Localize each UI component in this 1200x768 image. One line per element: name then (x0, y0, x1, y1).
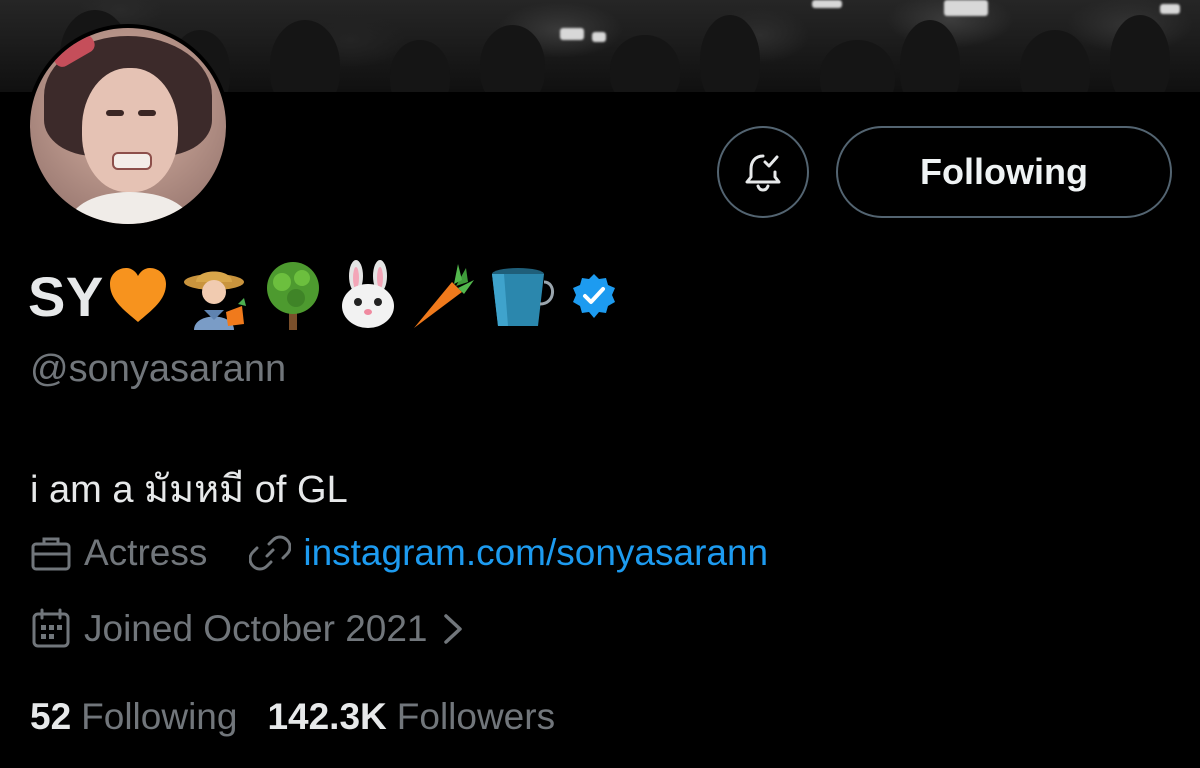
calendar-icon (32, 608, 70, 648)
following-count: 52 (30, 696, 72, 737)
link-icon (249, 535, 292, 571)
bell-check-icon (745, 154, 781, 192)
following-button-label: Following (920, 151, 1088, 192)
verified-badge-icon[interactable] (570, 272, 618, 320)
avatar-photo (30, 28, 226, 224)
farmer-icon (183, 271, 246, 330)
profile-avatar[interactable] (26, 24, 230, 228)
orange-heart-icon (109, 268, 166, 322)
profile-name-row: SY (28, 258, 618, 334)
profile-occupation: Actress (84, 532, 208, 573)
profile-joined-date: Joined October 2021 (84, 608, 428, 649)
following-button[interactable]: Following (836, 126, 1172, 218)
rabbit-face-icon (341, 260, 394, 328)
following-stat-label: Following (81, 696, 238, 737)
profile-handle: @sonyasarann (30, 348, 287, 390)
chevron-right-icon (443, 614, 462, 644)
profile-website-link[interactable]: instagram.com/sonyasarann (303, 532, 768, 574)
profile-stats: 52 Following 142.3K Followers (30, 696, 555, 738)
following-stat[interactable]: 52 Following (30, 696, 237, 738)
profile-bio: i am a มัมหมี of GL (30, 469, 348, 511)
followers-count: 142.3K (267, 696, 387, 737)
bucket-icon (491, 268, 554, 326)
display-name: SY (28, 264, 104, 328)
tree-icon (266, 262, 319, 330)
followers-stat[interactable]: 142.3K Followers (267, 696, 555, 738)
notifications-button[interactable] (717, 126, 809, 218)
followers-stat-label: Followers (396, 696, 556, 737)
profile-joined-row[interactable]: Joined October 2021 (30, 608, 468, 650)
profile-meta-row: Actress instagram.com/sonyasarann (30, 532, 768, 574)
briefcase-icon (31, 537, 71, 571)
carrot-icon (413, 264, 474, 328)
